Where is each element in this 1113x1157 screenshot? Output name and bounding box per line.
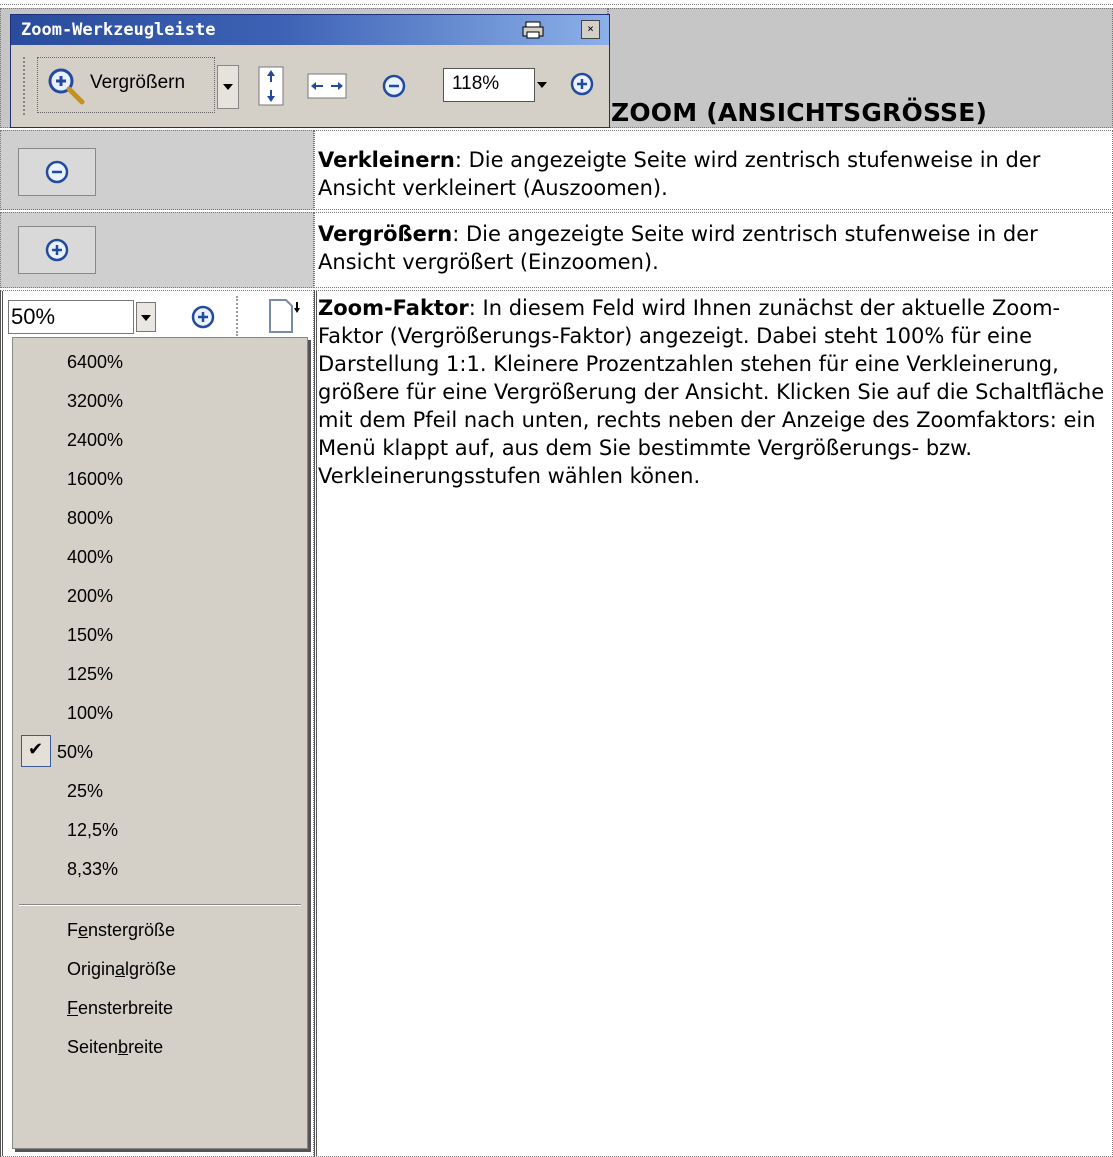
check-icon: [21, 735, 51, 767]
zoom-in-description: Vergrößern: Die angezeigte Seite wird ze…: [318, 220, 1110, 276]
zoom-out-button[interactable]: [18, 148, 96, 196]
toolbar-title: Zoom-Werkzeugleiste: [21, 20, 216, 40]
zoom-in-icon[interactable]: [190, 304, 216, 330]
zoom-value-dropdown-arrow[interactable]: [537, 82, 547, 88]
toolbar-titlebar[interactable]: Zoom-Werkzeugleiste ×: [11, 15, 609, 45]
zoom-out-icon: [45, 160, 69, 184]
zoom-out-icon[interactable]: [381, 73, 407, 99]
menu-item-window-width[interactable]: Fensterbreite: [67, 998, 173, 1019]
accelerator-key: e: [78, 920, 89, 940]
menu-item-zoom-level[interactable]: 2400%: [67, 430, 123, 451]
zoom-factor-field[interactable]: 50%: [8, 300, 134, 334]
label-part: Origin: [67, 959, 116, 979]
menu-item-zoom-level[interactable]: 25%: [67, 781, 103, 802]
zoom-mode-dropdown-arrow[interactable]: [217, 65, 239, 109]
menu-item-zoom-level[interactable]: 100%: [67, 703, 113, 724]
menu-separator: [19, 904, 301, 906]
page-title: ZOOM (ANSICHTSGRÖSSE): [611, 98, 988, 127]
menu-item-zoom-level-selected[interactable]: 50%: [57, 742, 93, 763]
zoom-factor-value: 50%: [11, 304, 56, 329]
menu-item-zoom-level[interactable]: 150%: [67, 625, 113, 646]
label-part: ensterbreite: [78, 998, 174, 1018]
fit-height-icon[interactable]: [257, 65, 285, 107]
zoom-toolbar-window: Zoom-Werkzeugleiste × Vergrößern 118%: [10, 14, 610, 128]
label-part: nstergröße: [88, 920, 176, 940]
zoom-value-field[interactable]: 118%: [443, 68, 535, 102]
zoom-button-label: Vergrößern: [90, 72, 186, 93]
term: Verkleinern: [318, 148, 455, 172]
zoom-factor-description: Zoom-Faktor: In diesem Feld wird Ihnen z…: [318, 294, 1110, 490]
accelerator-key: a: [115, 959, 126, 979]
toolbar-separator: [236, 296, 241, 336]
menu-item-zoom-level[interactable]: 6400%: [67, 352, 123, 373]
menu-item-zoom-level[interactable]: 3200%: [67, 391, 123, 412]
fit-width-icon[interactable]: [307, 73, 347, 99]
page-overflow-icon[interactable]: [266, 296, 306, 338]
menu-item-zoom-level[interactable]: 125%: [67, 664, 113, 685]
zoom-in-icon[interactable]: [569, 71, 595, 97]
menu-item-page-width[interactable]: Seitenbreite: [67, 1037, 163, 1058]
zoom-in-magnifier-icon: [48, 68, 85, 105]
menu-item-zoom-level[interactable]: 12,5%: [67, 820, 118, 841]
label-part: lgröße: [125, 959, 177, 979]
menu-item-zoom-level[interactable]: 8,33%: [67, 859, 118, 880]
term: Vergrößern: [318, 222, 453, 246]
printer-icon[interactable]: [521, 21, 545, 39]
zoom-value-text: 118%: [452, 73, 500, 94]
menu-item-zoom-level[interactable]: 800%: [67, 508, 113, 529]
menu-item-window-size[interactable]: Fenstergröße: [67, 920, 175, 941]
zoom-out-description: Verkleinern: Die angezeigte Seite wird z…: [318, 146, 1110, 202]
accelerator-key: F: [67, 998, 78, 1018]
label-part: Seiten: [67, 1037, 119, 1057]
zoom-in-button[interactable]: [18, 226, 96, 274]
top-border: [0, 0, 1113, 5]
menu-item-zoom-level[interactable]: 200%: [67, 586, 113, 607]
close-icon[interactable]: ×: [581, 20, 600, 39]
zoom-dropdown-menu: 6400% 3200% 2400% 1600% 800% 400% 200% 1…: [12, 337, 308, 1149]
zoom-factor-dropdown-arrow[interactable]: [136, 302, 156, 332]
zoom-in-icon: [45, 238, 69, 262]
description-text: : In diesem Feld wird Ihnen zunächst der…: [318, 296, 1105, 488]
toolbar-grip[interactable]: [23, 57, 31, 115]
menu-item-zoom-level[interactable]: 400%: [67, 547, 113, 568]
menu-item-zoom-level[interactable]: 1600%: [67, 469, 123, 490]
label-part: reite: [128, 1037, 164, 1057]
term: Zoom-Faktor: [318, 296, 469, 320]
accelerator-key: b: [118, 1037, 129, 1057]
menu-item-original-size[interactable]: Originalgröße: [67, 959, 176, 980]
label-part: F: [67, 920, 78, 940]
zoom-in-dropdown-button[interactable]: Vergrößern: [37, 57, 215, 113]
